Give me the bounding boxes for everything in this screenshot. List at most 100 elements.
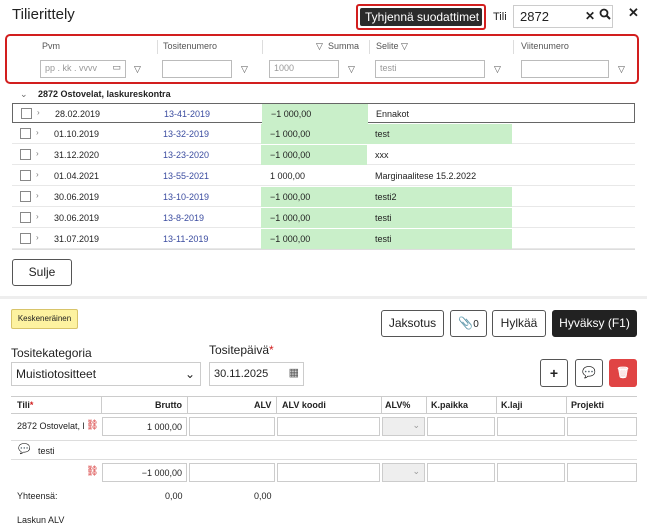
column-header-tositenumero[interactable]: Tositenumero bbox=[163, 41, 217, 51]
entry-header-projekti: Projekti bbox=[571, 400, 605, 410]
row-date: 01.10.2019 bbox=[54, 129, 100, 139]
clear-filters-button[interactable]: Tyhjennä suodattimet ✖ bbox=[356, 4, 486, 42]
table-row[interactable]: › 31.12.2020 13-23-2020 −1 000,00 xxx bbox=[12, 145, 635, 165]
entry-klaji-input[interactable] bbox=[497, 417, 565, 436]
attachments-button[interactable]: 📎0 bbox=[450, 310, 487, 337]
table-row[interactable]: › 30.06.2019 13-8-2019 −1 000,00 testi bbox=[12, 208, 635, 228]
table-row[interactable]: › 01.10.2019 13-32-2019 −1 000,00 test bbox=[12, 124, 635, 144]
chevron-right-icon[interactable]: › bbox=[36, 233, 39, 242]
entry-kpaikka-input[interactable] bbox=[427, 417, 495, 436]
row-voucher-link[interactable]: 13-23-2020 bbox=[163, 150, 209, 160]
category-select-value: Muistiotositteet bbox=[16, 367, 97, 381]
account-input[interactable]: 2872 bbox=[513, 5, 613, 28]
entry-alv-pct-select[interactable]: ⌄ bbox=[382, 417, 425, 436]
account-label: Tili bbox=[493, 11, 507, 23]
close-dialog-icon[interactable]: ✕ bbox=[628, 5, 639, 21]
chevron-right-icon[interactable]: › bbox=[37, 108, 40, 117]
row-checkbox[interactable] bbox=[20, 149, 31, 160]
entry-brutto-input[interactable]: −1 000,00 bbox=[102, 463, 187, 482]
clear-account-icon[interactable]: ✕ bbox=[585, 9, 595, 23]
entry-projekti-input[interactable] bbox=[567, 417, 637, 436]
chevron-right-icon[interactable]: › bbox=[36, 128, 39, 137]
tositekategoria-label: Tositekategoria bbox=[11, 346, 92, 360]
entry-alv-code-input[interactable] bbox=[277, 463, 380, 482]
unlink-icon[interactable]: ⛓ bbox=[86, 466, 99, 477]
row-voucher-link[interactable]: 13-41-2019 bbox=[164, 109, 210, 119]
column-header-pvm[interactable]: Pvm bbox=[42, 41, 60, 51]
entry-klaji-input[interactable] bbox=[497, 463, 565, 482]
selite-filter-input[interactable]: testi bbox=[375, 60, 485, 78]
divider bbox=[157, 40, 158, 54]
summa-filter-input[interactable]: 1000 bbox=[269, 60, 339, 78]
entry-header-alv-koodi: ALV koodi bbox=[282, 400, 326, 410]
entry-header-brutto: Brutto bbox=[155, 400, 182, 410]
jaksotus-button[interactable]: Jaksotus bbox=[381, 310, 444, 337]
filter-funnel-icon[interactable]: ▽ bbox=[618, 64, 625, 75]
chevron-down-icon: ⌄ bbox=[412, 466, 420, 476]
row-checkbox[interactable] bbox=[20, 191, 31, 202]
required-marker: * bbox=[269, 343, 274, 357]
entry-alv-input[interactable] bbox=[189, 417, 275, 436]
row-date: 28.02.2019 bbox=[55, 109, 101, 119]
entry-alv-input[interactable] bbox=[189, 463, 275, 482]
total-alv: 0,00 bbox=[254, 491, 272, 501]
entry-account-value[interactable]: 2872 Ostovelat, l bbox=[17, 421, 85, 431]
reject-button[interactable]: Hylkää bbox=[492, 310, 546, 337]
filter-funnel-icon[interactable]: ▽ bbox=[494, 64, 501, 75]
column-header-summa[interactable]: Summa bbox=[328, 41, 359, 51]
row-checkbox[interactable] bbox=[20, 170, 31, 181]
filter-funnel-icon[interactable]: ▽ bbox=[241, 64, 248, 75]
voucher-date-input[interactable]: 30.11.2025 ▦ bbox=[209, 362, 304, 386]
row-date: 31.12.2020 bbox=[54, 150, 100, 160]
table-row[interactable]: › 01.04.2021 13-55-2021 1 000,00 Marginaalit… bbox=[12, 166, 635, 186]
entry-header-alv: ALV bbox=[254, 400, 272, 410]
tositenumero-filter-input[interactable] bbox=[162, 60, 232, 78]
funnel-icon: ▽ bbox=[316, 41, 323, 51]
comment-button[interactable]: 💬 bbox=[575, 359, 603, 387]
calendar-icon[interactable]: ▭ bbox=[112, 62, 121, 73]
row-voucher-link[interactable]: 13-8-2019 bbox=[163, 213, 204, 223]
row-voucher-link[interactable]: 13-32-2019 bbox=[163, 129, 209, 139]
filter-funnel-icon[interactable]: ▽ bbox=[348, 64, 355, 75]
divider bbox=[101, 396, 102, 414]
search-icon[interactable] bbox=[599, 8, 611, 23]
add-row-button[interactable]: + bbox=[540, 359, 568, 387]
entry-alv-pct-select[interactable]: ⌄ bbox=[382, 463, 425, 482]
account-group-row[interactable]: ⌄ 2872 Ostovelat, laskureskontra bbox=[12, 85, 635, 103]
calendar-icon[interactable]: ▦ bbox=[289, 366, 299, 379]
row-checkbox[interactable] bbox=[20, 233, 31, 244]
chevron-right-icon[interactable]: › bbox=[36, 170, 39, 179]
filter-funnel-icon[interactable]: ▽ bbox=[134, 64, 141, 75]
close-button[interactable]: Sulje bbox=[12, 259, 72, 286]
row-voucher-link[interactable]: 13-55-2021 bbox=[163, 171, 209, 181]
column-header-selite[interactable]: Selite bbox=[376, 41, 399, 51]
column-header-viitenumero[interactable]: Viitenumero bbox=[521, 41, 569, 51]
chevron-right-icon[interactable]: › bbox=[36, 191, 39, 200]
approve-button[interactable]: Hyväksy (F1) bbox=[552, 310, 637, 337]
viitenumero-filter-input[interactable] bbox=[521, 60, 609, 78]
entry-alv-code-input[interactable] bbox=[277, 417, 380, 436]
entry-header-klaji: K.laji bbox=[501, 400, 523, 410]
comment-row bbox=[11, 440, 637, 460]
delete-button[interactable]: 🗑 bbox=[609, 359, 637, 387]
divider bbox=[566, 396, 567, 414]
unlink-icon[interactable]: ⛓ bbox=[86, 420, 99, 431]
table-row[interactable]: › 28.02.2019 13-41-2019 −1 000,00 Ennakot bbox=[12, 103, 635, 124]
category-select[interactable]: Muistiotositteet ⌄ bbox=[11, 362, 201, 386]
row-checkbox[interactable] bbox=[20, 128, 31, 139]
funnel-icon: ▽ bbox=[401, 41, 408, 51]
row-voucher-link[interactable]: 13-10-2019 bbox=[163, 192, 209, 202]
chevron-right-icon[interactable]: › bbox=[36, 149, 39, 158]
row-voucher-link[interactable]: 13-11-2019 bbox=[163, 234, 208, 244]
chevron-down-icon[interactable]: ⌄ bbox=[20, 89, 28, 100]
entry-brutto-input[interactable]: 1 000,00 bbox=[102, 417, 187, 436]
speech-bubble-icon: 💬 bbox=[18, 444, 31, 455]
row-description: test bbox=[375, 129, 390, 139]
entry-kpaikka-input[interactable] bbox=[427, 463, 495, 482]
entry-projekti-input[interactable] bbox=[567, 463, 637, 482]
chevron-right-icon[interactable]: › bbox=[36, 212, 39, 221]
table-row[interactable]: › 30.06.2019 13-10-2019 −1 000,00 testi2 bbox=[12, 187, 635, 207]
row-checkbox[interactable] bbox=[20, 212, 31, 223]
row-checkbox[interactable] bbox=[21, 108, 32, 119]
date-filter-input[interactable]: pp . kk . vvvv ▭ bbox=[40, 60, 126, 78]
